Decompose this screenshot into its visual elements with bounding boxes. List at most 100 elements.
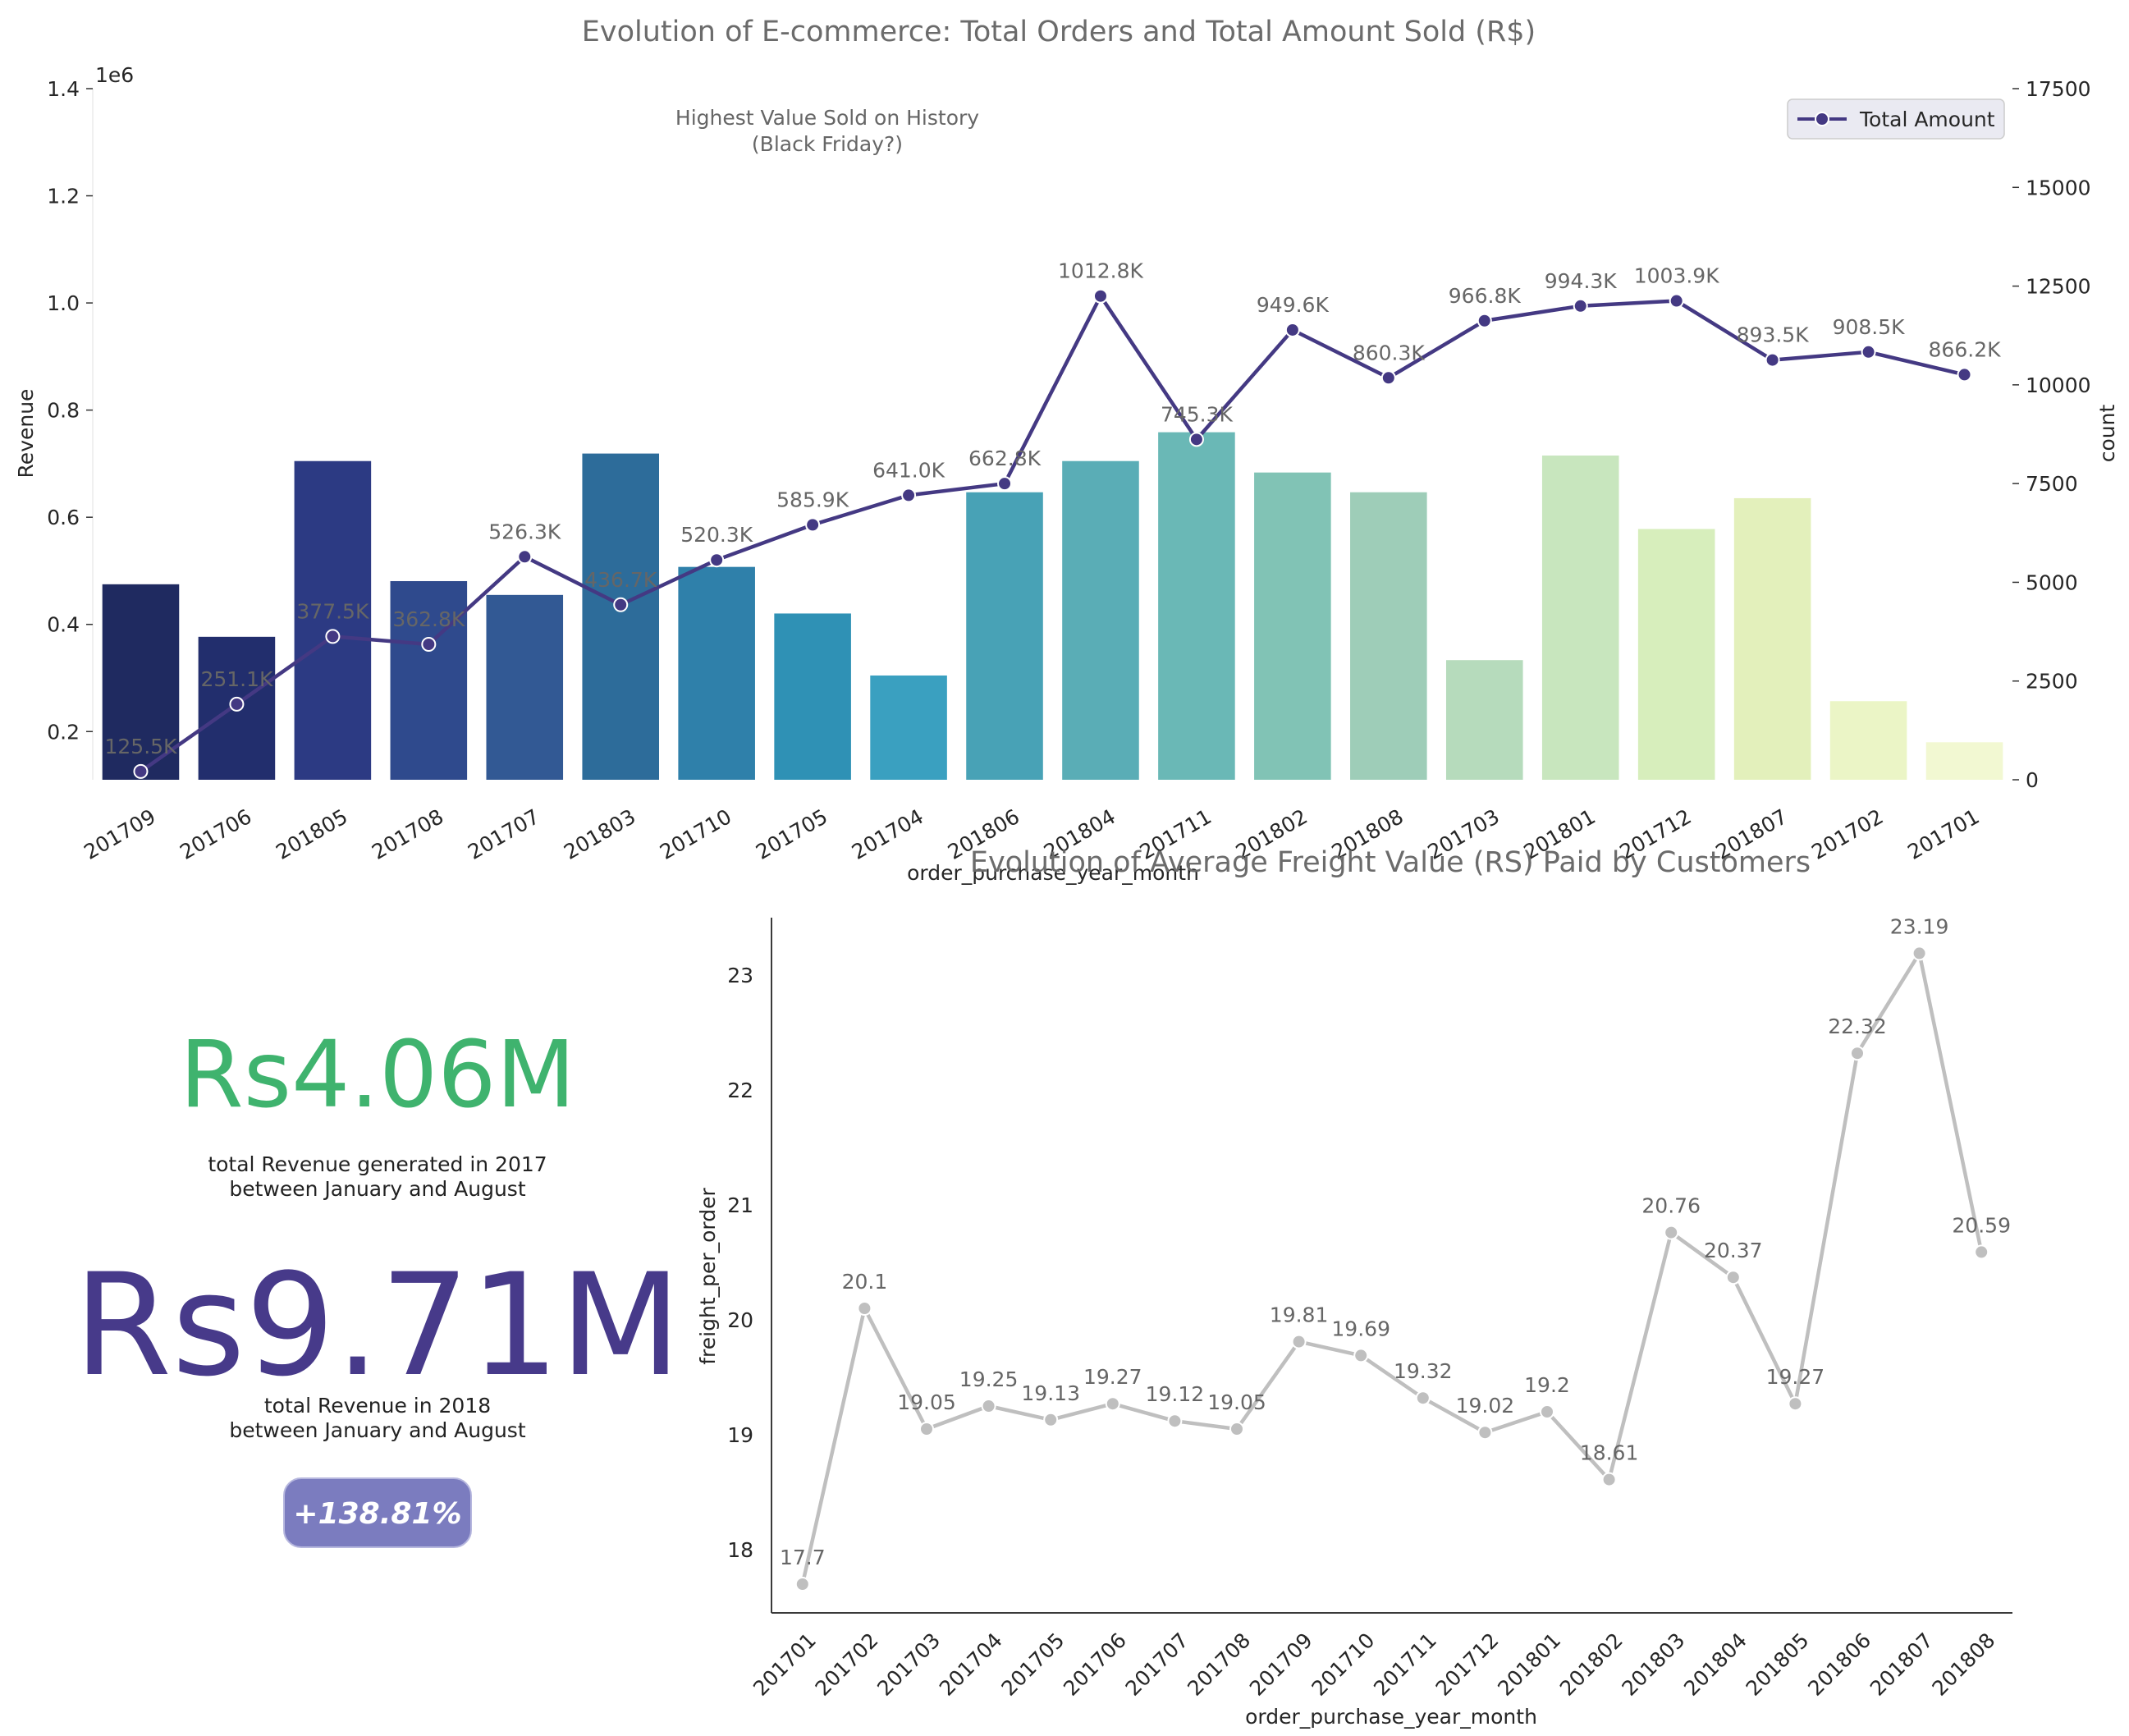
- total-amount-point-201804: [1092, 288, 1108, 304]
- bottom-x-tick-label-201803: 201803: [1617, 1628, 1689, 1701]
- bottom-x-tick-label-201705: 201705: [996, 1628, 1069, 1701]
- freight-point-201701: [794, 1577, 810, 1592]
- total-amount-point-201808: [1380, 370, 1396, 386]
- bottom-x-tick-label-201807: 201807: [1866, 1628, 1938, 1701]
- kpi-2018-caption-line1: total Revenue in 2018: [263, 1394, 492, 1418]
- bar-201701: [1925, 742, 2003, 780]
- right-tick-label: 17500: [2026, 77, 2091, 101]
- orders-revenue-chart: Evolution of E-commerce: Total Orders an…: [14, 16, 2119, 885]
- bottom-x-tick-label-201706: 201706: [1059, 1628, 1131, 1701]
- bottom-x-tick-label-201703: 201703: [872, 1628, 945, 1701]
- bottom-x-tick-label-201709: 201709: [1245, 1628, 1317, 1701]
- bottom-x-tick-label-201710: 201710: [1307, 1628, 1379, 1701]
- kpi-2018-caption-line2: between January and August: [229, 1418, 526, 1442]
- freight-point-201707: [1167, 1413, 1183, 1429]
- bar-201807: [1733, 497, 1811, 780]
- freight-point-201712: [1477, 1425, 1493, 1441]
- bottom-y-tick-label: 21: [727, 1193, 753, 1217]
- freight-line: [800, 951, 1984, 1585]
- freight-label-201711: 19.32: [1394, 1359, 1453, 1383]
- x-tick-label-201710: 201710: [656, 804, 735, 864]
- right-tick-label: 5000: [2026, 570, 2078, 594]
- total-amount-point-201711: [1188, 432, 1204, 447]
- kpi-2017-caption-line1: total Revenue generated in 2017: [208, 1152, 547, 1176]
- freight-point-201702: [857, 1301, 872, 1316]
- bottom-x-tick-label-201804: 201804: [1679, 1628, 1751, 1701]
- total-amount-point-201702: [1861, 344, 1876, 360]
- total-amount-point-201703: [1477, 313, 1492, 328]
- freight-label-201705: 19.13: [1021, 1381, 1080, 1405]
- freight-label-201801: 19.2: [1524, 1373, 1570, 1397]
- freight-point-201805: [1788, 1396, 1803, 1412]
- x-tick-label-201701: 201701: [1903, 804, 1983, 864]
- freight-label-201702: 20.1: [842, 1270, 888, 1294]
- figure: Evolution of E-commerce: Total Orders an…: [14, 16, 2119, 1729]
- bottom-y-tick-label: 18: [727, 1538, 753, 1562]
- freight-point-201706: [1105, 1396, 1120, 1412]
- freight-label-201805: 19.27: [1766, 1365, 1825, 1389]
- right-tick-label: 2500: [2026, 670, 2078, 694]
- freight-point-201703: [919, 1422, 934, 1436]
- freight-label-201703: 19.05: [897, 1390, 956, 1414]
- freight-point-201710: [1353, 1348, 1369, 1363]
- legend-entry: Total Amount: [1859, 108, 1995, 131]
- bottom-x-tick-label-201808: 201808: [1927, 1628, 1999, 1701]
- x-tick-label-201705: 201705: [752, 804, 831, 864]
- freight-point-201808: [1974, 1244, 1989, 1260]
- bottom-x-tick-label-201712: 201712: [1431, 1628, 1504, 1701]
- total-amount-label-201704: 641.0K: [872, 458, 945, 482]
- x-tick-label-201709: 201709: [80, 804, 159, 864]
- bottom-x-tick-label-201806: 201806: [1803, 1628, 1875, 1701]
- total-amount-point-201806: [997, 476, 1013, 492]
- total-amount-label-201707: 526.3K: [488, 520, 561, 543]
- freight-point-201711: [1415, 1390, 1431, 1406]
- top-right-axis-label: count: [2095, 405, 2119, 463]
- freight-point-201801: [1540, 1404, 1554, 1419]
- bar-201806: [966, 492, 1043, 780]
- x-tick-label-201803: 201803: [560, 804, 639, 864]
- freight-point-201704: [981, 1399, 996, 1413]
- total-amount-label-201801: 994.3K: [1545, 269, 1618, 293]
- left-tick-label: 0.8: [47, 399, 80, 423]
- total-amount-point-201712: [1669, 293, 1684, 309]
- total-amount-label-201806: 662.8K: [968, 447, 1042, 470]
- total-amount-point-201706: [229, 696, 245, 712]
- bar-201804: [1062, 460, 1139, 780]
- total-amount-label-201703: 966.8K: [1449, 284, 1522, 308]
- total-amount-point-201701: [1957, 367, 1972, 382]
- x-tick-label-201704: 201704: [848, 804, 927, 864]
- freight-label-201706: 19.27: [1083, 1365, 1142, 1389]
- total-amount-label-201804: 1012.8K: [1058, 259, 1143, 283]
- total-amount-point-201802: [1284, 322, 1300, 337]
- x-tick-label-201708: 201708: [368, 804, 447, 864]
- bar-201702: [1829, 701, 1907, 780]
- legend: Total Amount: [1787, 98, 2005, 140]
- bottom-y-tick-label: 22: [727, 1079, 753, 1102]
- total-amount-label-201808: 860.3K: [1353, 341, 1426, 364]
- freight-point-201802: [1601, 1472, 1617, 1487]
- freight-point-201807: [1912, 946, 1927, 961]
- kpi-2017-value: Rs4.06M: [179, 1022, 576, 1129]
- bottom-x-tick-label-201702: 201702: [811, 1628, 883, 1701]
- total-amount-label-201711: 745.3K: [1161, 402, 1234, 426]
- total-amount-point-201801: [1573, 298, 1588, 314]
- freight-label-201804: 20.37: [1704, 1239, 1763, 1262]
- total-amount-label-201710: 520.3K: [680, 523, 753, 547]
- bar-201707: [486, 594, 564, 780]
- bottom-y-tick-label: 19: [727, 1423, 753, 1447]
- x-tick-label-201707: 201707: [464, 804, 543, 864]
- freight-label-201803: 20.76: [1641, 1194, 1701, 1218]
- bottom-y-tick-label: 20: [727, 1308, 753, 1332]
- freight-point-201709: [1291, 1334, 1307, 1349]
- bottom-x-tick-label-201805: 201805: [1742, 1628, 1814, 1701]
- right-tick-label: 0: [2026, 768, 2039, 792]
- bottom-x-tick-label-201801: 201801: [1493, 1628, 1565, 1701]
- freight-label-201704: 19.25: [959, 1367, 1019, 1391]
- total-amount-label-201705: 585.9K: [776, 488, 849, 511]
- kpi-2018-value: Rs9.71M: [73, 1243, 682, 1408]
- top-left-axis-label: Revenue: [14, 389, 38, 479]
- left-tick-label: 1.4: [47, 77, 80, 101]
- freight-label-201806: 22.32: [1828, 1015, 1887, 1038]
- freight-point-201803: [1664, 1225, 1679, 1240]
- total-amount-point-201709: [133, 763, 149, 779]
